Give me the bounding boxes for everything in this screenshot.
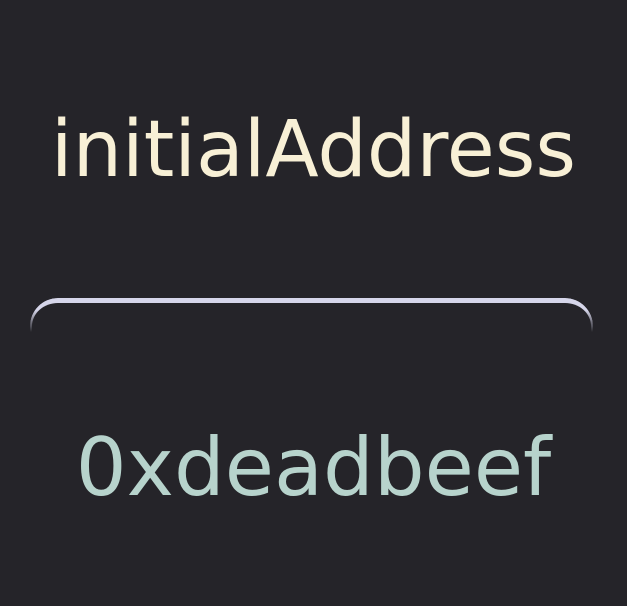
variable-name-label: initialAddress [50, 105, 577, 195]
divider [30, 298, 593, 338]
variable-card: initialAddress 0xdeadbeef [0, 0, 627, 606]
variable-value[interactable]: 0xdeadbeef [0, 418, 627, 518]
